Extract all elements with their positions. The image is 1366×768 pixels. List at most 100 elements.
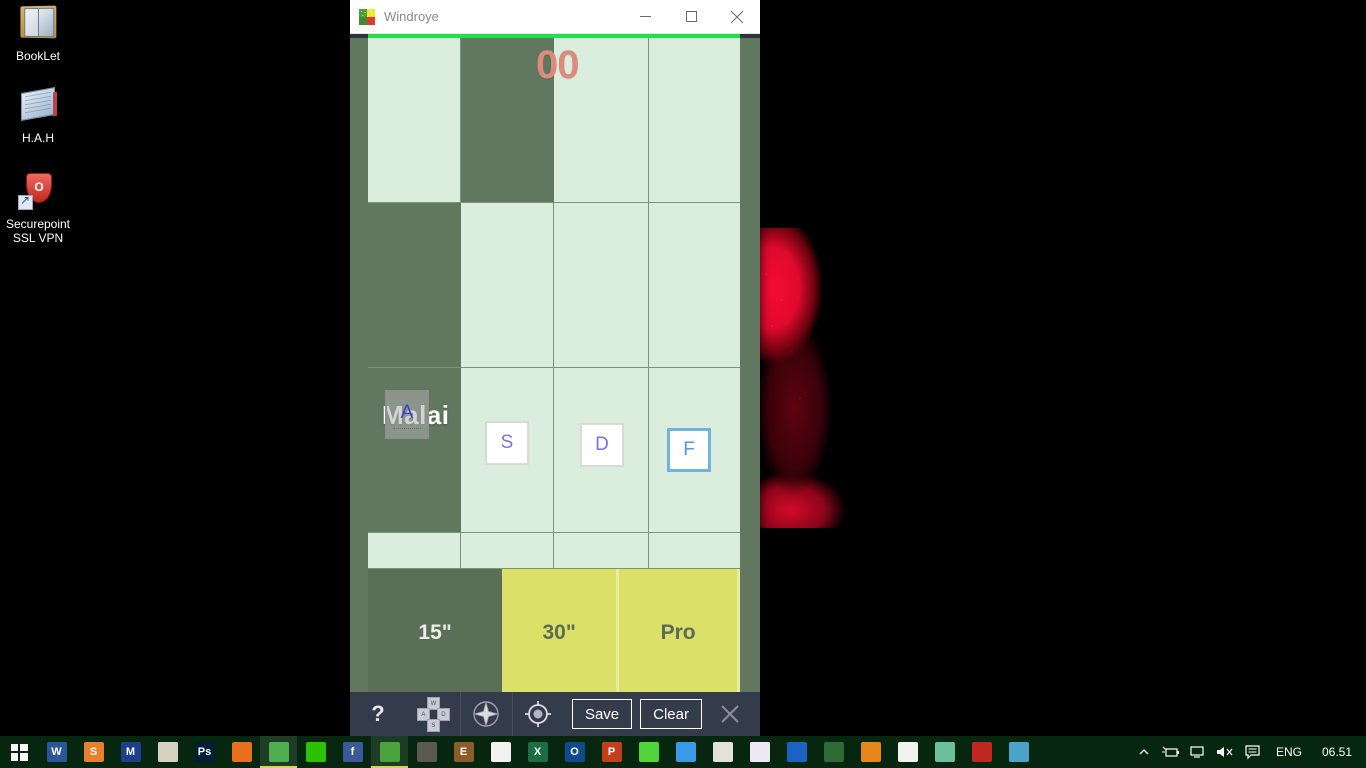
grid-cell-word[interactable]: Malai A bbox=[368, 368, 461, 533]
tray-battery-button[interactable] bbox=[1158, 736, 1185, 768]
key-tile-d[interactable]: D bbox=[580, 423, 624, 467]
compass-app-icon bbox=[416, 742, 437, 762]
taskbar-app-excel[interactable]: X bbox=[519, 736, 556, 768]
action-button-label: Pro bbox=[660, 620, 696, 644]
action-button-pro[interactable]: Pro bbox=[619, 569, 740, 696]
wasd-pad-button[interactable]: W A D S bbox=[408, 692, 460, 736]
taskbar-app-browser-app[interactable] bbox=[1000, 736, 1037, 768]
app-toolbar[interactable]: ? W A D S Save Clear bbox=[350, 692, 760, 736]
action-center-icon bbox=[1245, 744, 1260, 759]
taskbar-app-outlook[interactable]: O bbox=[556, 736, 593, 768]
game-grid[interactable]: 00 Malai A bbox=[368, 38, 740, 696]
taskbar-app-list[interactable]: W S M Ps f E X O P bbox=[38, 736, 1037, 768]
grid-cell[interactable] bbox=[554, 533, 649, 569]
desktop-icon-securepoint-ssl-vpn[interactable]: Securepoint SSL VPN bbox=[0, 172, 76, 245]
save-button[interactable]: Save bbox=[571, 699, 633, 729]
taskbar-app-ebook[interactable]: E bbox=[445, 736, 482, 768]
target-button[interactable] bbox=[511, 692, 564, 736]
grid-cell[interactable] bbox=[368, 38, 461, 203]
wasd-keypad-icon: W A D S bbox=[416, 697, 451, 732]
firefox-icon bbox=[231, 742, 252, 762]
start-button[interactable] bbox=[0, 736, 38, 768]
taskbar-app-photoshop[interactable]: Ps bbox=[186, 736, 223, 768]
desktop-icon-booklet[interactable]: BookLet bbox=[0, 4, 76, 63]
taskbar[interactable]: W S M Ps f E X O P ENG 06.51 bbox=[0, 736, 1366, 768]
shield-shortcut-icon bbox=[16, 172, 60, 212]
window-title: Windroye bbox=[384, 9, 439, 24]
word-icon: W bbox=[46, 742, 67, 762]
taskbar-app-store[interactable] bbox=[482, 736, 519, 768]
taskbar-app-calculator[interactable] bbox=[889, 736, 926, 768]
taskbar-app-leaf-app[interactable] bbox=[815, 736, 852, 768]
notepad-icon bbox=[16, 86, 60, 126]
grid-cell[interactable] bbox=[368, 533, 461, 569]
key-tile-f[interactable]: F bbox=[667, 428, 711, 472]
tray-clock[interactable]: 06.51 bbox=[1312, 745, 1366, 759]
key-tile-a[interactable]: A bbox=[385, 390, 429, 439]
desktop-icon-label: H.A.H bbox=[21, 131, 54, 145]
taskbar-app-ant-app[interactable] bbox=[963, 736, 1000, 768]
taskbar-app-wechat[interactable] bbox=[297, 736, 334, 768]
taskbar-app-app-orange[interactable]: S bbox=[75, 736, 112, 768]
grid-cell-key-s[interactable]: S bbox=[461, 368, 554, 533]
tray-action-center-button[interactable] bbox=[1239, 736, 1266, 768]
taskbar-app-app-multi[interactable] bbox=[149, 736, 186, 768]
tray-volume-button[interactable] bbox=[1212, 736, 1239, 768]
desktop-icon-hah[interactable]: H.A.H bbox=[0, 86, 76, 145]
taskbar-app-app-m-blue[interactable]: M bbox=[112, 736, 149, 768]
tray-network-button[interactable] bbox=[1185, 736, 1212, 768]
score-display: 00 bbox=[536, 43, 579, 87]
photos-icon bbox=[934, 742, 955, 762]
grid-cell[interactable] bbox=[461, 533, 554, 569]
taskbar-app-winrar[interactable] bbox=[260, 736, 297, 768]
taskbar-app-windows-app[interactable] bbox=[778, 736, 815, 768]
taskbar-app-powerpoint[interactable]: P bbox=[593, 736, 630, 768]
grid-cell[interactable] bbox=[649, 203, 740, 368]
grid-cell[interactable] bbox=[461, 203, 554, 368]
minimize-button[interactable] bbox=[622, 0, 668, 34]
grid-cell[interactable] bbox=[368, 203, 461, 368]
action-row: 15" 30" Pro bbox=[368, 569, 740, 696]
close-icon bbox=[731, 10, 743, 23]
windroye-window[interactable]: Windroye 00 A S D F 15" 30" Pro ? W A D … bbox=[350, 0, 760, 736]
taskbar-app-paint[interactable] bbox=[741, 736, 778, 768]
taskbar-app-spotify[interactable] bbox=[630, 736, 667, 768]
ebook-icon: E bbox=[453, 742, 474, 762]
taskbar-app-facebook[interactable]: f bbox=[334, 736, 371, 768]
tray-language[interactable]: ENG bbox=[1266, 745, 1312, 759]
clear-button[interactable]: Clear bbox=[640, 699, 702, 729]
system-tray[interactable]: ENG 06.51 bbox=[1131, 736, 1366, 768]
grid-cell[interactable] bbox=[649, 533, 740, 569]
help-button[interactable]: ? bbox=[360, 692, 396, 736]
notepad-icon bbox=[712, 742, 733, 762]
grid-cell-key-d[interactable]: D bbox=[554, 368, 649, 533]
action-button-15s[interactable]: 15" bbox=[368, 569, 503, 696]
grid-cell-key-f[interactable]: F bbox=[649, 368, 740, 533]
grid-cell[interactable] bbox=[554, 203, 649, 368]
grid-cell[interactable] bbox=[649, 38, 740, 203]
window-titlebar[interactable]: Windroye bbox=[350, 0, 760, 34]
window-close-button[interactable] bbox=[714, 0, 760, 34]
tray-chevron-button[interactable] bbox=[1131, 736, 1158, 768]
taskbar-app-notepad[interactable] bbox=[704, 736, 741, 768]
taskbar-app-messenger[interactable] bbox=[667, 736, 704, 768]
taskbar-app-word[interactable]: W bbox=[38, 736, 75, 768]
taskbar-app-media-player[interactable] bbox=[852, 736, 889, 768]
maximize-button[interactable] bbox=[668, 0, 714, 34]
key-tile-letter: F bbox=[683, 439, 695, 460]
photoshop-icon: Ps bbox=[194, 742, 215, 762]
network-icon bbox=[1190, 746, 1205, 758]
taskbar-app-firefox[interactable] bbox=[223, 736, 260, 768]
desktop[interactable]: BookLet H.A.H Securepoint SSL VPN Windro… bbox=[0, 0, 1366, 768]
taskbar-app-windroye[interactable] bbox=[371, 736, 408, 768]
game-canvas[interactable]: 00 Malai A bbox=[350, 38, 760, 696]
action-button-30s[interactable]: 30" bbox=[502, 569, 620, 696]
chevron-up-icon bbox=[1139, 749, 1149, 755]
key-tile-letter: D bbox=[595, 434, 609, 455]
compass-button[interactable] bbox=[459, 692, 512, 736]
toolbar-close-button[interactable] bbox=[710, 692, 750, 736]
taskbar-app-compass-app[interactable] bbox=[408, 736, 445, 768]
taskbar-app-photos[interactable] bbox=[926, 736, 963, 768]
outlook-icon: O bbox=[564, 742, 585, 762]
key-tile-s[interactable]: S bbox=[485, 421, 529, 465]
